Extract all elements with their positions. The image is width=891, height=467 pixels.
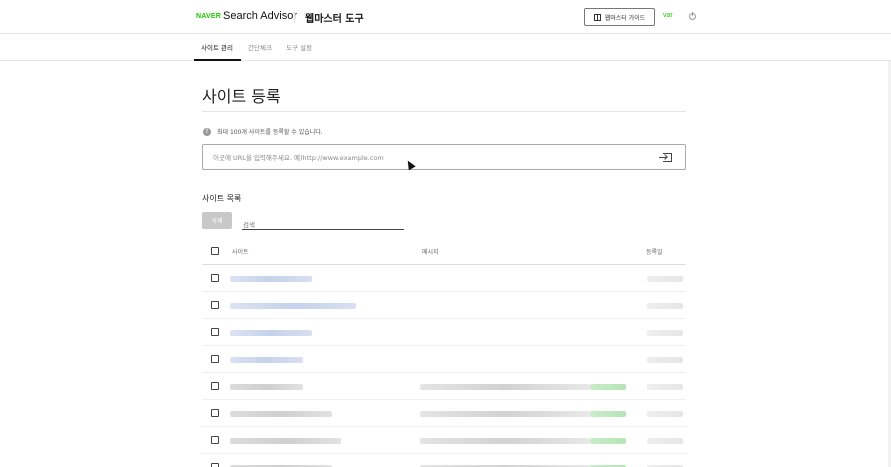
active-tab-indicator	[194, 59, 241, 61]
table-row[interactable]	[202, 400, 686, 427]
registered-date-redacted	[647, 438, 683, 444]
table-row[interactable]	[202, 427, 686, 454]
tab-tool-settings[interactable]: 도구 설정	[286, 42, 312, 52]
info-icon: !	[203, 127, 211, 136]
site-url-redacted[interactable]	[230, 330, 312, 336]
webmaster-guide-button[interactable]: 웹마스터 가이드	[584, 8, 655, 26]
search-advisor-logo[interactable]: Search Advisor	[223, 10, 297, 22]
webmaster-guide-label: 웹마스터 가이드	[604, 14, 646, 22]
page-title: 사이트 등록	[202, 87, 281, 106]
site-url-redacted[interactable]	[230, 384, 303, 390]
table-row[interactable]	[202, 265, 686, 292]
message-status-redacted	[590, 411, 626, 417]
book-icon	[593, 13, 601, 21]
column-registered-date: 등록일	[646, 249, 663, 256]
naver-logo[interactable]: NAVER	[196, 13, 221, 20]
submit-enter-icon[interactable]	[659, 153, 672, 162]
column-message: 메시지	[422, 249, 439, 256]
message-status-redacted	[590, 384, 626, 390]
site-url-redacted[interactable]	[230, 303, 356, 309]
select-all-checkbox[interactable]	[211, 247, 219, 255]
logout-power-icon[interactable]	[689, 12, 696, 20]
row-checkbox[interactable]	[211, 382, 219, 390]
main-tabs: 사이트 관리 간단체크 도구 설정	[0, 34, 891, 61]
site-url-redacted[interactable]	[230, 438, 341, 444]
registered-date-redacted	[647, 276, 683, 282]
url-input[interactable]	[213, 151, 653, 165]
site-list-title: 사이트 목록	[202, 194, 242, 203]
table-row[interactable]	[202, 346, 686, 373]
tab-simple-check[interactable]: 간단체크	[248, 42, 272, 52]
table-row[interactable]	[202, 292, 686, 319]
top-header: NAVER Search Advisor 웹마스터 도구 웹마스터 가이드 va…	[0, 0, 891, 34]
message-status-redacted	[590, 438, 626, 444]
site-url-redacted[interactable]	[230, 357, 303, 363]
registered-date-redacted	[647, 330, 683, 336]
column-site: 사이트	[232, 249, 249, 256]
registered-date-redacted	[647, 303, 683, 309]
info-text: 최대 100개 사이트를 등록할 수 있습니다.	[217, 129, 323, 136]
table-row[interactable]	[202, 319, 686, 346]
registered-date-redacted	[647, 384, 683, 390]
site-url-redacted[interactable]	[230, 411, 332, 417]
header-divider	[294, 12, 295, 23]
row-checkbox[interactable]	[211, 301, 219, 309]
tab-site-management[interactable]: 사이트 관리	[201, 42, 233, 52]
site-search	[242, 212, 404, 233]
info-notice: ! 최대 100개 사이트를 등록할 수 있습니다.	[203, 127, 323, 136]
table-header: 사이트 메시지 등록일	[202, 238, 686, 265]
message-redacted	[420, 384, 590, 390]
row-checkbox[interactable]	[211, 409, 219, 417]
table-row[interactable]	[202, 454, 686, 467]
site-url-redacted[interactable]	[230, 276, 312, 282]
row-checkbox[interactable]	[211, 355, 219, 363]
registered-date-redacted	[647, 411, 683, 417]
search-input[interactable]	[242, 217, 402, 233]
row-checkbox[interactable]	[211, 274, 219, 282]
row-checkbox[interactable]	[211, 436, 219, 444]
delete-button[interactable]: 삭제	[202, 212, 232, 229]
url-register-box	[202, 144, 686, 170]
row-checkbox[interactable]	[211, 463, 219, 467]
message-redacted	[420, 438, 590, 444]
message-redacted	[420, 411, 590, 417]
row-checkbox[interactable]	[211, 328, 219, 336]
title-divider	[202, 111, 686, 112]
table-row[interactable]	[202, 373, 686, 400]
user-id[interactable]: var	[663, 12, 673, 19]
tool-title[interactable]: 웹마스터 도구	[305, 10, 364, 25]
registered-date-redacted	[647, 357, 683, 363]
